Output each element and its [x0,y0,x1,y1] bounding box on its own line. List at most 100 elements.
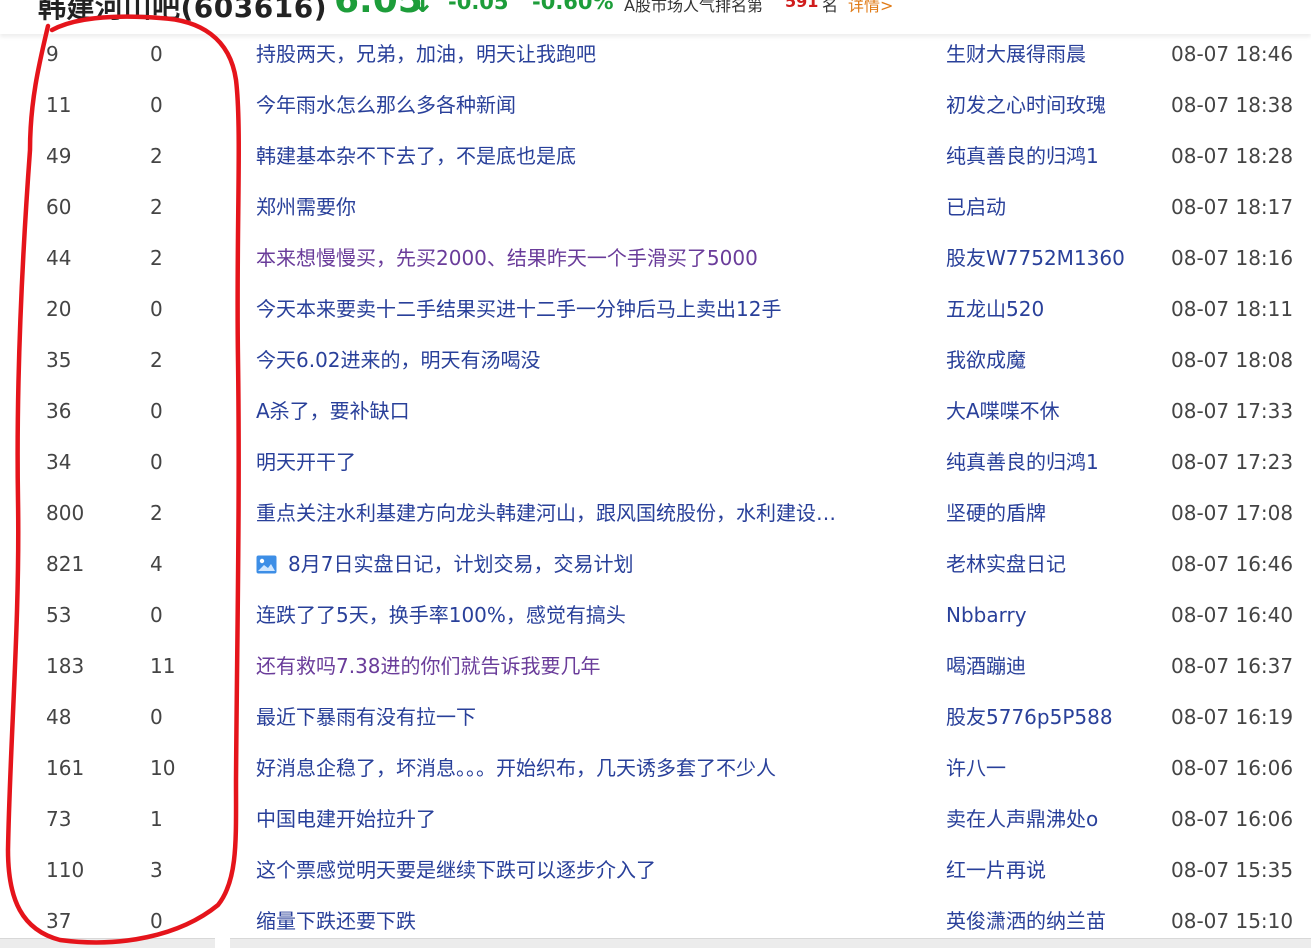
reply-count: 2 [150,501,163,525]
table-row: 34 0 明天开干了 纯真善良的归鸿1 08-07 17:23 [0,437,1311,488]
post-time: 08-07 18:08 [1171,348,1294,372]
post-title-link[interactable]: 郑州需要你 [256,195,356,219]
reply-count: 0 [150,93,163,117]
post-time: 08-07 15:35 [1171,858,1294,882]
post-title-text: 这个票感觉明天要是继续下跌可以逐步介入了 [256,858,656,882]
bottom-scroll-edge [0,938,1311,948]
author-link[interactable]: 已启动 [946,195,1006,219]
read-count: 36 [46,399,72,423]
post-title-text: 8月7日实盘日记，计划交易，交易计划 [288,552,634,576]
author-link[interactable]: 红一片再说 [946,858,1046,882]
post-time: 08-07 18:16 [1171,246,1294,270]
post-title-link[interactable]: 8月7日实盘日记，计划交易，交易计划 [256,552,633,576]
author-link[interactable]: Nbbarry [946,603,1027,627]
down-arrow-icon: ↓ [411,0,435,19]
post-title-text: 今天6.02进来的，明天有汤喝没 [256,348,541,372]
author-link[interactable]: 英俊潇洒的纳兰苗 [946,909,1106,933]
reply-count: 2 [150,348,163,372]
post-time: 08-07 17:33 [1171,399,1294,423]
post-title-link[interactable]: 中国电建开始拉升了 [256,807,436,831]
post-title-text: 郑州需要你 [256,195,356,219]
read-count: 34 [46,450,72,474]
post-title-link[interactable]: 重点关注水利基建方向龙头韩建河山，跟风国统股份，水利建设… [256,501,836,525]
post-title-link[interactable]: 今天6.02进来的，明天有汤喝没 [256,348,541,372]
read-count: 11 [46,93,72,117]
table-row: 44 2 本来想慢慢买，先买2000、结果昨天一个手滑买了5000 股友W7752M1… [0,233,1311,284]
read-count: 110 [46,858,85,882]
post-title-text: 本来想慢慢买，先买2000、结果昨天一个手滑买了5000 [256,246,758,270]
reply-count: 3 [150,858,163,882]
post-title-link[interactable]: 今天本来要卖十二手结果买进十二手一分钟后马上卖出12手 [256,297,781,321]
stock-header: 韩建河山吧(603616) 6.05 ↓ -0.05 -0.60% A股市场人气… [0,0,1311,34]
author-link[interactable]: 股友W7752M1360 [946,246,1125,270]
author-link[interactable]: 纯真善良的归鸿1 [946,144,1099,168]
post-title-link[interactable]: 今年雨水怎么那么多各种新闻 [256,93,516,117]
author-link[interactable]: 初发之心时间玫瑰 [946,93,1106,117]
table-row: 161 10 好消息企稳了，坏消息。。。开始织布，几天诱多套了不少人 许八一 08-07… [0,743,1311,794]
post-time: 08-07 16:40 [1171,603,1294,627]
details-link[interactable]: 详情> [848,0,893,16]
price-change: -0.05 [448,0,509,14]
table-row: 821 4 8月7日实盘日记，计划交易，交易计划 老林实盘日记 08-07 16:46 [0,539,1311,590]
post-title-text: 好消息企稳了，坏消息。。。开始织布，几天诱多套了不少人 [256,756,776,780]
reply-count: 0 [150,603,163,627]
author-link[interactable]: 股友5776p5P588 [946,705,1113,729]
post-title-link[interactable]: 还有救吗7.38进的你们就告诉我要几年 [256,654,601,678]
reply-count: 11 [150,654,176,678]
post-title-link[interactable]: 这个票感觉明天要是继续下跌可以逐步介入了 [256,858,656,882]
author-link[interactable]: 卖在人声鼎沸处o [946,807,1098,831]
author-link[interactable]: 纯真善良的归鸿1 [946,450,1099,474]
author-link[interactable]: 五龙山520 [946,297,1044,321]
post-time: 08-07 18:28 [1171,144,1294,168]
author-link[interactable]: 许八一 [946,756,1006,780]
table-row: 36 0 A杀了，要补缺口 大A喋喋不休 08-07 17:33 [0,386,1311,437]
post-list: 9 0 持股两天，兄弟，加油，明天让我跑吧 生财大展得雨晨 08-07 18:46 11 0… [0,29,1311,947]
post-title-link[interactable]: 连跌了了5天，换手率100%，感觉有搞头 [256,603,626,627]
read-count: 44 [46,246,72,270]
author-link[interactable]: 大A喋喋不休 [946,399,1060,423]
table-row: 9 0 持股两天，兄弟，加油，明天让我跑吧 生财大展得雨晨 08-07 18:46 [0,29,1311,80]
post-title-link[interactable]: A杀了，要补缺口 [256,399,410,423]
market-rank-label: A股市场人气排名第 [624,0,763,15]
author-link[interactable]: 老林实盘日记 [946,552,1066,576]
post-title-text: 明天开干了 [256,450,356,474]
reply-count: 2 [150,144,163,168]
forum-page: 韩建河山吧(603616) 6.05 ↓ -0.05 -0.60% A股市场人气… [0,0,1311,948]
forum-title[interactable]: 韩建河山吧(603616) [38,0,327,26]
table-row: 35 2 今天6.02进来的，明天有汤喝没 我欲成魔 08-07 18:08 [0,335,1311,386]
post-title-link[interactable]: 本来想慢慢买，先买2000、结果昨天一个手滑买了5000 [256,246,758,270]
market-rank-unit: 名 [822,0,839,15]
post-time: 08-07 16:19 [1171,705,1294,729]
table-row: 183 11 还有救吗7.38进的你们就告诉我要几年 喝酒蹦迪 08-07 16:37 [0,641,1311,692]
post-title-link[interactable]: 好消息企稳了，坏消息。。。开始织布，几天诱多套了不少人 [256,756,776,780]
reply-count: 0 [150,42,163,66]
post-time: 08-07 18:11 [1171,297,1294,321]
read-count: 60 [46,195,72,219]
read-count: 53 [46,603,72,627]
reply-count: 2 [150,195,163,219]
author-link[interactable]: 我欲成魔 [946,348,1026,372]
post-title-text: 韩建基本杂不下去了，不是底也是底 [256,144,576,168]
post-title-text: 连跌了了5天，换手率100%，感觉有搞头 [256,603,626,627]
post-time: 08-07 16:06 [1171,807,1294,831]
post-title-text: 今年雨水怎么那么多各种新闻 [256,93,516,117]
reply-count: 0 [150,297,163,321]
table-row: 60 2 郑州需要你 已启动 08-07 18:17 [0,182,1311,233]
image-icon [256,555,277,574]
post-time: 08-07 15:10 [1171,909,1294,933]
author-link[interactable]: 喝酒蹦迪 [946,654,1026,678]
author-link[interactable]: 坚硬的盾牌 [946,501,1046,525]
reply-count: 0 [150,399,163,423]
post-title-text: 最近下暴雨有没有拉一下 [256,705,476,729]
post-title-link[interactable]: 明天开干了 [256,450,356,474]
table-row: 49 2 韩建基本杂不下去了，不是底也是底 纯真善良的归鸿1 08-07 18:28 [0,131,1311,182]
price-change-percent: -0.60% [532,0,614,14]
reply-count: 0 [150,909,163,933]
post-title-link[interactable]: 最近下暴雨有没有拉一下 [256,705,476,729]
post-title-link[interactable]: 持股两天，兄弟，加油，明天让我跑吧 [256,42,596,66]
reply-count: 0 [150,705,163,729]
post-title-link[interactable]: 韩建基本杂不下去了，不是底也是底 [256,144,576,168]
stock-price: 6.05 [334,0,423,21]
post-title-link[interactable]: 缩量下跌还要下跌 [256,909,416,933]
author-link[interactable]: 生财大展得雨晨 [946,42,1086,66]
